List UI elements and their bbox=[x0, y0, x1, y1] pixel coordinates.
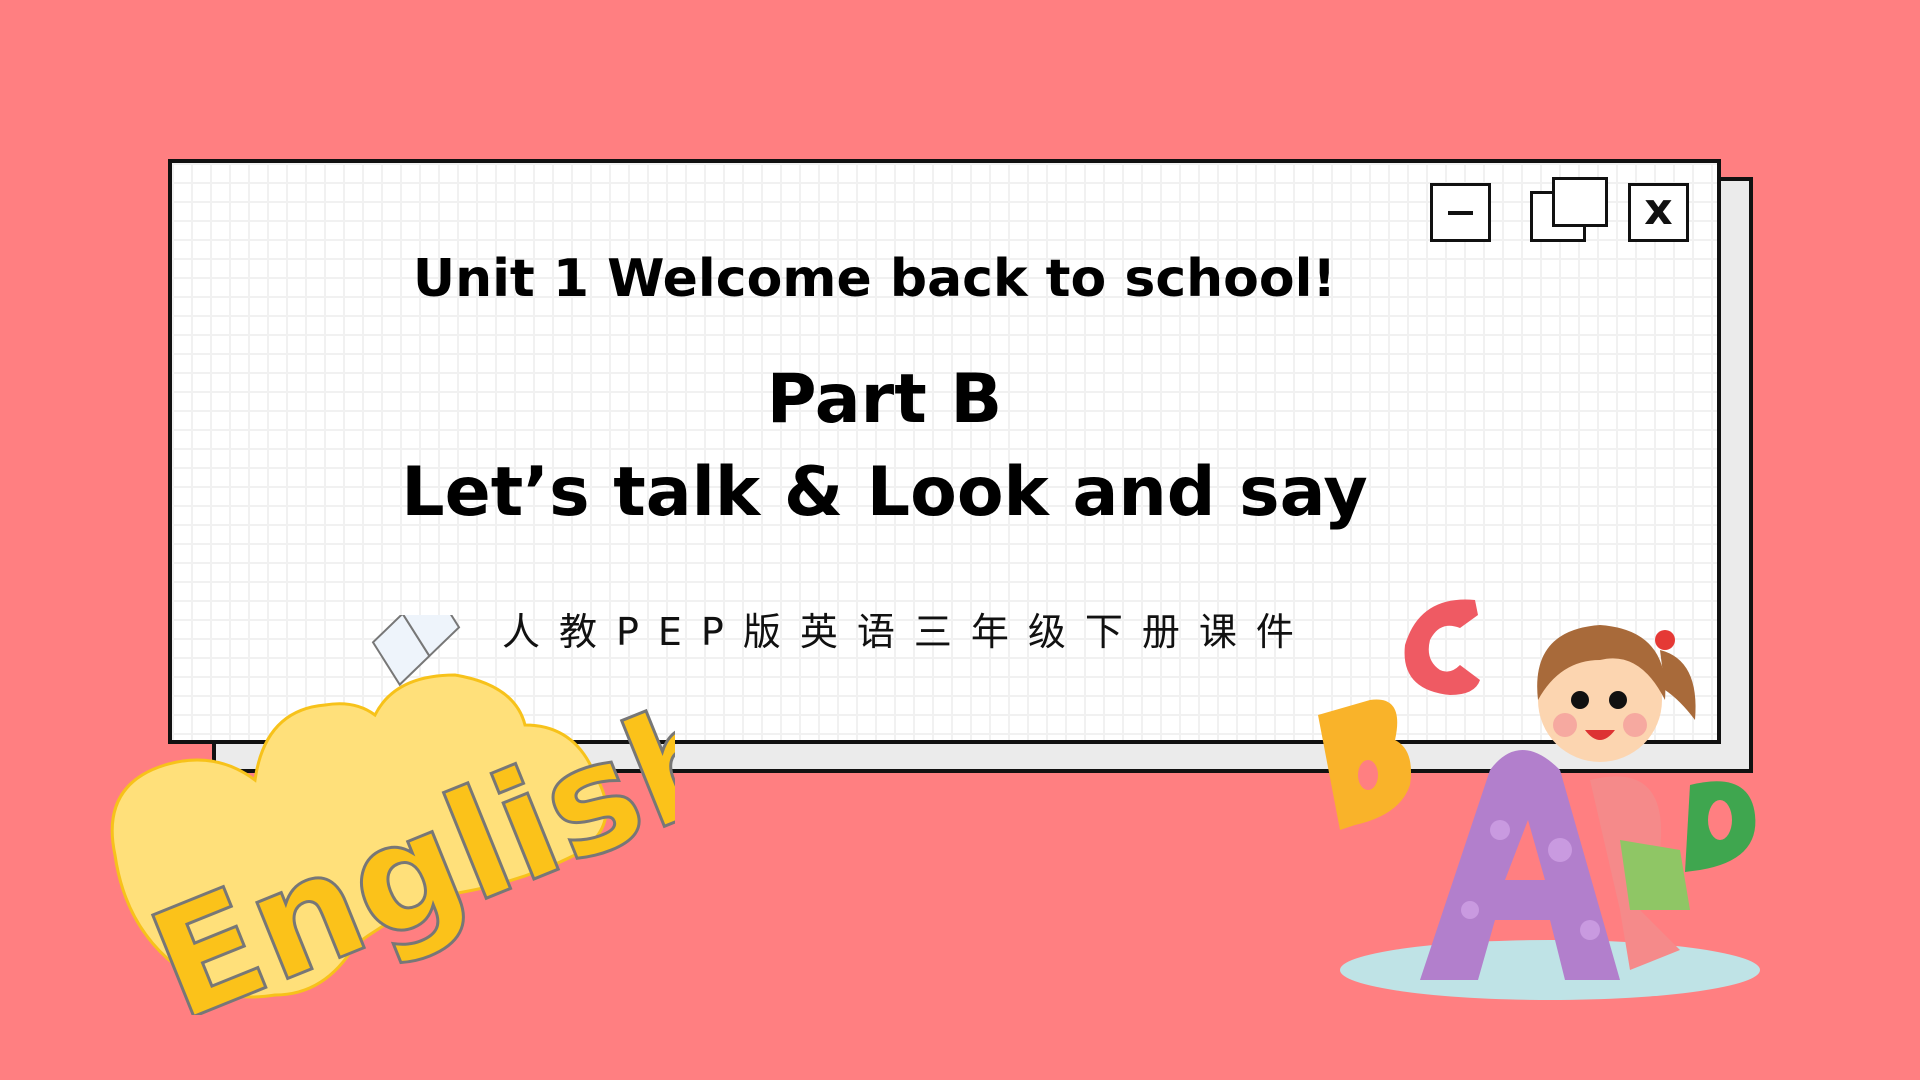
unit-title: Unit 1 Welcome back to school! bbox=[412, 249, 1337, 309]
floor-shadow bbox=[1340, 940, 1760, 1000]
close-button[interactable]: x bbox=[1628, 183, 1689, 242]
letter-c-icon bbox=[1404, 599, 1480, 695]
girl-letters-illustration bbox=[1318, 599, 1760, 1000]
minimize-button[interactable] bbox=[1430, 183, 1491, 242]
english-logo: English bbox=[110, 615, 675, 1015]
lesson-title: Let’s talk & Look and say bbox=[401, 453, 1368, 532]
restore-icon bbox=[1552, 177, 1608, 227]
part-title: Part B bbox=[766, 360, 1003, 439]
letter-d-icon bbox=[1685, 781, 1756, 872]
letter-b-icon bbox=[1318, 699, 1411, 830]
close-icon: x bbox=[1644, 184, 1673, 235]
